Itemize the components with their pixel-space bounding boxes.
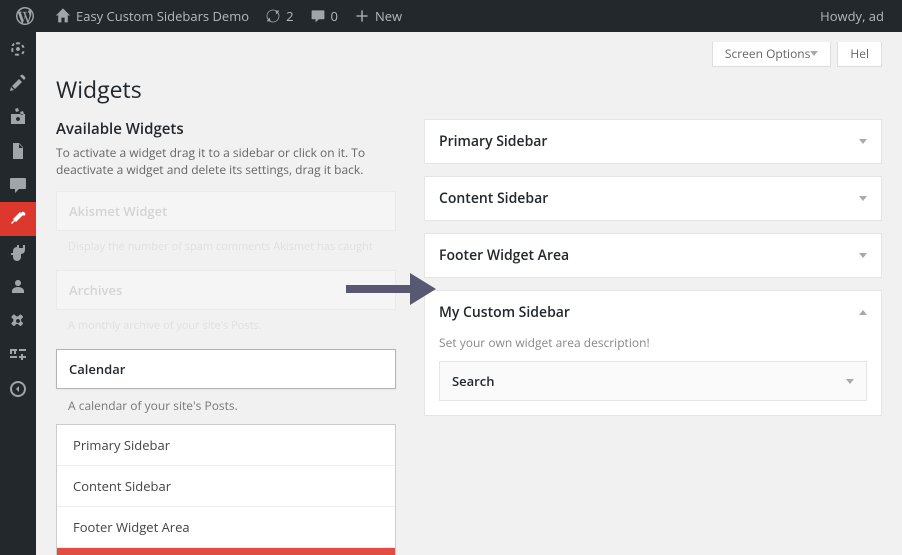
- new-content-link[interactable]: New: [346, 0, 410, 32]
- widget-calendar[interactable]: Calendar: [56, 349, 396, 389]
- menu-posts[interactable]: [0, 66, 36, 100]
- chooser-footer[interactable]: Footer Widget Area: [57, 507, 395, 548]
- comments-icon: [8, 175, 28, 195]
- widget-akismet[interactable]: Akismet Widget: [56, 191, 396, 231]
- updates-count: 2: [286, 7, 293, 25]
- widget-calendar-desc: A calendar of your site's Posts.: [56, 389, 396, 424]
- menu-tools[interactable]: [0, 304, 36, 338]
- settings-icon: [8, 345, 28, 365]
- help-toggle[interactable]: Hel: [837, 42, 882, 67]
- menu-pages[interactable]: [0, 134, 36, 168]
- main-content: Screen Options Hel Widgets Available Wid…: [36, 32, 902, 555]
- sidebar-custom-desc: Set your own widget area description!: [439, 334, 867, 351]
- sidebar-content: Content Sidebar: [424, 176, 882, 221]
- howdy-account[interactable]: Howdy, ad: [810, 7, 894, 25]
- comments-count: 0: [331, 7, 338, 25]
- plugins-icon: [8, 243, 28, 263]
- home-icon: [55, 8, 71, 24]
- sidebar-footer: Footer Widget Area: [424, 233, 882, 278]
- widget-akismet-desc: Display the number of spam comments Akis…: [56, 231, 396, 270]
- menu-media[interactable]: [0, 100, 36, 134]
- comments-link[interactable]: 0: [302, 0, 346, 32]
- sidebar-custom: My Custom Sidebar Set your own widget ar…: [424, 290, 882, 416]
- menu-settings[interactable]: [0, 338, 36, 372]
- wp-logo[interactable]: [8, 0, 47, 32]
- sidebar-primary: Primary Sidebar: [424, 119, 882, 164]
- dashboard-icon: [8, 39, 28, 59]
- comment-icon: [310, 8, 326, 24]
- media-icon: [8, 107, 28, 127]
- plus-icon: [354, 8, 370, 24]
- screen-meta: Screen Options Hel: [56, 42, 882, 67]
- menu-comments[interactable]: [0, 168, 36, 202]
- menu-plugins[interactable]: [0, 236, 36, 270]
- menu-dashboard[interactable]: [0, 32, 36, 66]
- wordpress-icon: [16, 7, 34, 25]
- sidebar-areas-column: Primary Sidebar Content Sidebar Footer W…: [424, 119, 882, 555]
- widget-archives[interactable]: Archives: [56, 270, 396, 310]
- chooser-custom[interactable]: My Custom Sidebar: [57, 548, 395, 555]
- update-icon: [265, 8, 281, 24]
- available-widgets-heading: Available Widgets: [56, 119, 396, 139]
- chevron-up-icon: [859, 310, 867, 315]
- available-widgets-column: Available Widgets To activate a widget d…: [56, 119, 396, 555]
- faded-widgets: Akismet Widget Display the number of spa…: [56, 191, 396, 349]
- admin-menu: [0, 32, 36, 555]
- menu-collapse[interactable]: [0, 372, 36, 406]
- new-label: New: [375, 7, 402, 25]
- sidebar-custom-toggle[interactable]: My Custom Sidebar: [425, 291, 881, 334]
- chevron-down-icon: [846, 379, 854, 384]
- screen-options-toggle[interactable]: Screen Options: [712, 42, 831, 67]
- chevron-down-icon: [859, 139, 867, 144]
- sidebar-primary-toggle[interactable]: Primary Sidebar: [425, 120, 881, 163]
- widget-search-in-sidebar[interactable]: Search: [439, 361, 867, 401]
- site-home-link[interactable]: Easy Custom Sidebars Demo: [47, 0, 257, 32]
- pages-icon: [8, 141, 28, 161]
- sidebar-footer-toggle[interactable]: Footer Widget Area: [425, 234, 881, 277]
- sidebar-chooser: Primary Sidebar Content Sidebar Footer W…: [56, 424, 396, 555]
- chooser-primary[interactable]: Primary Sidebar: [57, 425, 395, 466]
- chevron-down-icon: [810, 51, 818, 56]
- chooser-content[interactable]: Content Sidebar: [57, 466, 395, 507]
- users-icon: [8, 277, 28, 297]
- menu-appearance[interactable]: [0, 202, 36, 236]
- tools-icon: [8, 311, 28, 331]
- appearance-icon: [8, 209, 28, 229]
- page-title: Widgets: [56, 73, 882, 105]
- available-widgets-desc: To activate a widget drag it to a sideba…: [56, 145, 396, 179]
- admin-bar: Easy Custom Sidebars Demo 2 0 New Howdy,…: [0, 0, 902, 32]
- menu-users[interactable]: [0, 270, 36, 304]
- pin-icon: [8, 73, 28, 93]
- site-name: Easy Custom Sidebars Demo: [76, 7, 249, 25]
- updates-link[interactable]: 2: [257, 0, 301, 32]
- collapse-icon: [8, 379, 28, 399]
- chevron-down-icon: [859, 253, 867, 258]
- chevron-down-icon: [859, 196, 867, 201]
- sidebar-content-toggle[interactable]: Content Sidebar: [425, 177, 881, 220]
- widget-archives-desc: A monthly archive of your site's Posts.: [56, 310, 396, 349]
